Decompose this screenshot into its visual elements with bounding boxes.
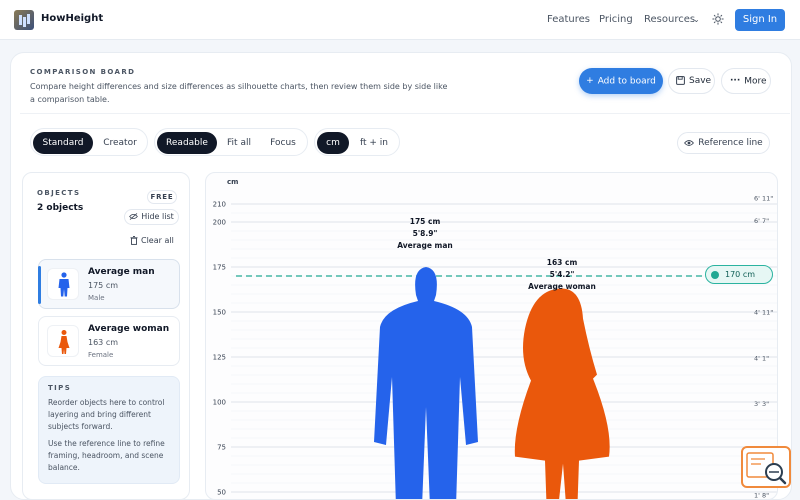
y-tick-label: 75	[217, 444, 226, 452]
object-name: Average woman	[88, 324, 170, 334]
mode-creator[interactable]: Creator	[95, 132, 145, 154]
y-tick-label: 125	[213, 354, 226, 362]
object-height: 163 cm	[88, 338, 119, 347]
object-item-man[interactable]: Average man 175 cm Male	[38, 259, 180, 309]
board-eyebrow: COMPARISON BOARD	[30, 68, 136, 76]
y-tick-label: 100	[213, 399, 226, 407]
view-fit-all[interactable]: Fit all	[219, 132, 259, 154]
y-tick-label: 200	[213, 219, 226, 227]
y-tick-label-ft: 3' 3"	[754, 400, 769, 408]
unit-ft-in[interactable]: ft + in	[351, 132, 397, 154]
view-focus[interactable]: Focus	[261, 132, 305, 154]
plan-badge: FREE	[147, 190, 177, 204]
ellipsis-icon: ···	[730, 76, 741, 86]
chart-canvas: 50 75 100 125 150 175 200 210 6' 11" 6' 7" 4' 11" 4…	[213, 194, 777, 500]
reference-line-marker[interactable]: 170 cm	[705, 265, 773, 284]
figure-ft: 5'8.9"	[412, 229, 438, 238]
chart-unit-label: cm	[227, 178, 239, 186]
height-chart[interactable]: 50 75 100 125 150 175 200 210 6' 11" 6' 7" 4' 11" 4…	[205, 172, 778, 500]
help-widget[interactable]	[741, 446, 791, 488]
chevron-down-icon[interactable]: ⌄	[693, 15, 700, 24]
sign-in-button[interactable]: Sign In	[735, 9, 785, 31]
mode-switch: Standard Creator	[30, 128, 148, 156]
clear-all-button[interactable]: Clear all	[130, 236, 174, 245]
y-tick-label-ft: 1' 8"	[754, 492, 769, 500]
nav-pricing[interactable]: Pricing	[599, 14, 633, 25]
y-tick-label: 50	[217, 489, 226, 497]
tips-title: TIPS	[48, 384, 72, 392]
more-button[interactable]: ··· More	[721, 68, 771, 94]
tips-box: TIPS Reorder objects here to control lay…	[38, 376, 180, 484]
tips-text-2: Use the reference line to refine framing…	[48, 439, 165, 472]
y-tick-label: 175	[213, 264, 226, 272]
object-height: 175 cm	[88, 281, 119, 290]
figure-ft: 5'4.2"	[549, 269, 575, 279]
plus-icon: +	[586, 76, 594, 86]
y-tick-label-ft: 4' 1"	[754, 354, 769, 362]
figure-label-man: 175 cm 5'8.9" Average man	[385, 217, 465, 250]
y-tick-label-ft: 6' 11"	[754, 194, 773, 202]
brand-name[interactable]: HowHeight	[41, 13, 103, 24]
figure-name: Average man	[397, 241, 453, 250]
theme-toggle-icon[interactable]	[712, 13, 724, 25]
figure-cm: 175 cm	[409, 217, 441, 226]
board-description: Compare height differences and size diff…	[30, 82, 448, 104]
nav-features[interactable]: Features	[547, 14, 590, 25]
figure-label-woman: 163 cm 5'4.2" Average woman	[522, 258, 602, 291]
reference-line-button[interactable]: Reference line	[677, 132, 770, 154]
eye-off-icon	[129, 213, 139, 220]
reference-dot-icon	[711, 271, 719, 279]
tips-text-1: Reorder objects here to control layering…	[48, 398, 165, 431]
woman-silhouette	[514, 288, 610, 499]
view-readable[interactable]: Readable	[157, 132, 217, 154]
mode-standard[interactable]: Standard	[33, 132, 93, 154]
save-button[interactable]: Save	[668, 68, 715, 94]
trash-icon	[130, 236, 138, 245]
add-to-board-button[interactable]: + Add to board	[579, 68, 663, 94]
man-silhouette-icon	[58, 272, 70, 297]
hide-list-button[interactable]: Hide list	[124, 209, 179, 225]
object-name: Average man	[88, 267, 155, 277]
objects-eyebrow: OBJECTS	[37, 189, 81, 197]
view-switch: Readable Fit all Focus	[154, 128, 308, 156]
y-tick-label-ft: 6' 7"	[754, 217, 769, 225]
object-thumbnail	[47, 268, 79, 300]
figure-name: Average woman	[528, 281, 596, 291]
objects-count: 2 objects	[37, 203, 84, 213]
save-icon	[676, 76, 685, 85]
unit-switch: cm ft + in	[314, 128, 400, 156]
figure-cm: 163 cm	[546, 257, 578, 267]
object-thumbnail	[47, 325, 79, 357]
logo-icon[interactable]	[14, 10, 34, 30]
eye-icon	[684, 139, 695, 146]
y-tick-label-ft: 4' 11"	[754, 309, 773, 317]
unit-cm[interactable]: cm	[317, 132, 349, 154]
object-item-woman[interactable]: Average woman 163 cm Female	[38, 316, 180, 366]
y-tick-label: 210	[213, 201, 226, 209]
y-tick-label: 150	[213, 309, 226, 317]
search-document-icon	[746, 452, 787, 485]
object-gender: Female	[88, 351, 114, 359]
nav-resources[interactable]: Resources	[644, 14, 695, 25]
object-gender: Male	[88, 294, 105, 302]
woman-silhouette-icon	[58, 330, 70, 354]
